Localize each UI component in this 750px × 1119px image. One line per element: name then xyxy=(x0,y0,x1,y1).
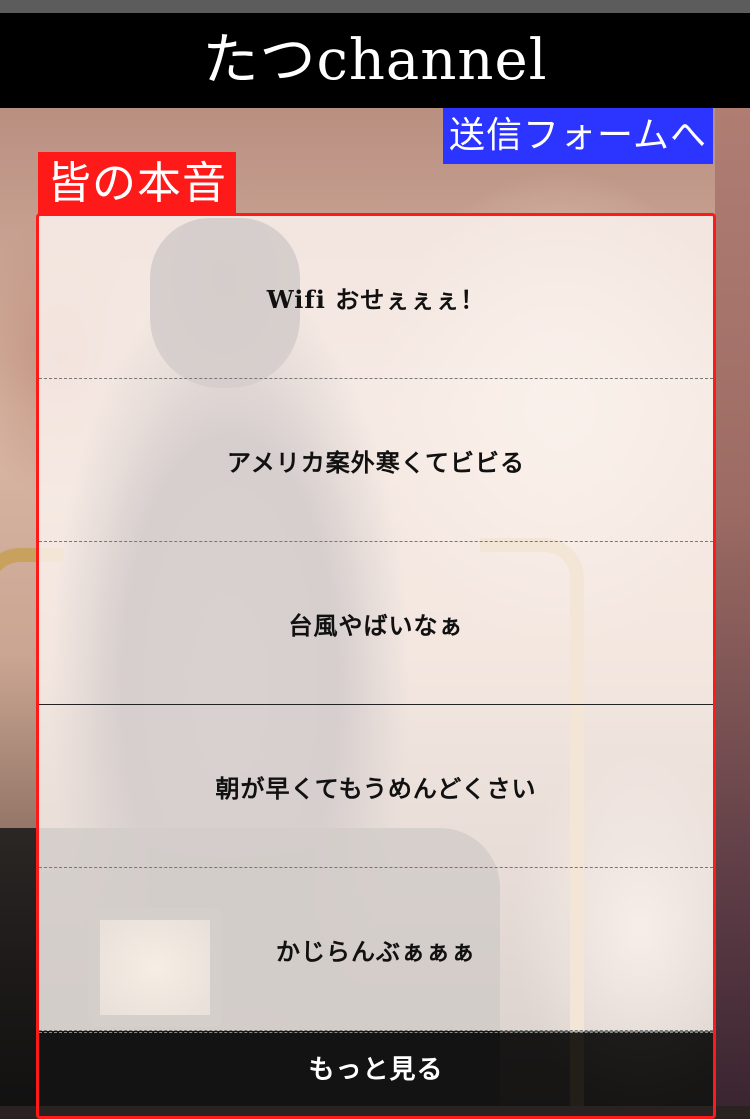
more-button[interactable]: もっと見る xyxy=(39,1032,713,1106)
post-item[interactable]: 台風やばいなぁ xyxy=(39,542,713,705)
send-form-button[interactable]: 送信フォームへ xyxy=(443,108,713,164)
post-item[interactable]: Wifi おせぇぇぇ！ xyxy=(39,216,713,379)
post-item[interactable]: 朝が早くてもうめんどくさい xyxy=(39,705,713,868)
top-status-strip xyxy=(0,0,750,13)
section-label: 皆の本音 xyxy=(38,152,236,214)
post-item[interactable]: かじらんぶぁぁぁ xyxy=(39,868,713,1031)
posts-panel: Wifi おせぇぇぇ！ アメリカ案外寒くてビビる 台風やばいなぁ 朝が早くてもう… xyxy=(36,213,716,1119)
site-title: たつchannel xyxy=(202,27,548,93)
post-list: Wifi おせぇぇぇ！ アメリカ案外寒くてビビる 台風やばいなぁ 朝が早くてもう… xyxy=(39,216,713,1031)
post-item[interactable]: アメリカ案外寒くてビビる xyxy=(39,379,713,542)
site-header: たつchannel xyxy=(0,13,750,108)
